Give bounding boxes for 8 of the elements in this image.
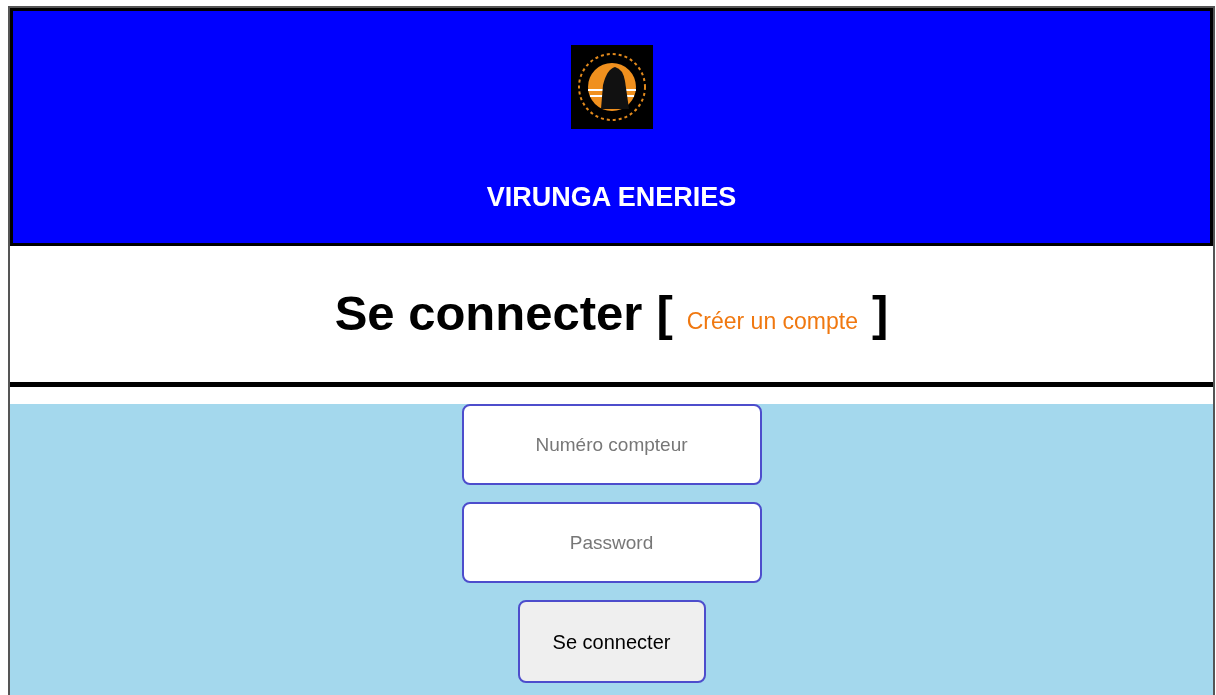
site-title: VIRUNGA ENERIES bbox=[486, 181, 737, 214]
page-heading: Se connecter bbox=[334, 285, 643, 343]
bracket: ] bbox=[872, 285, 889, 343]
bracket: [ bbox=[656, 285, 673, 343]
password-field[interactable]: Password bbox=[461, 502, 762, 583]
logo-icon bbox=[570, 45, 653, 129]
input-field[interactable]: Numéro compteur bbox=[461, 404, 762, 485]
login-button[interactable]: Se connecter bbox=[517, 600, 706, 683]
